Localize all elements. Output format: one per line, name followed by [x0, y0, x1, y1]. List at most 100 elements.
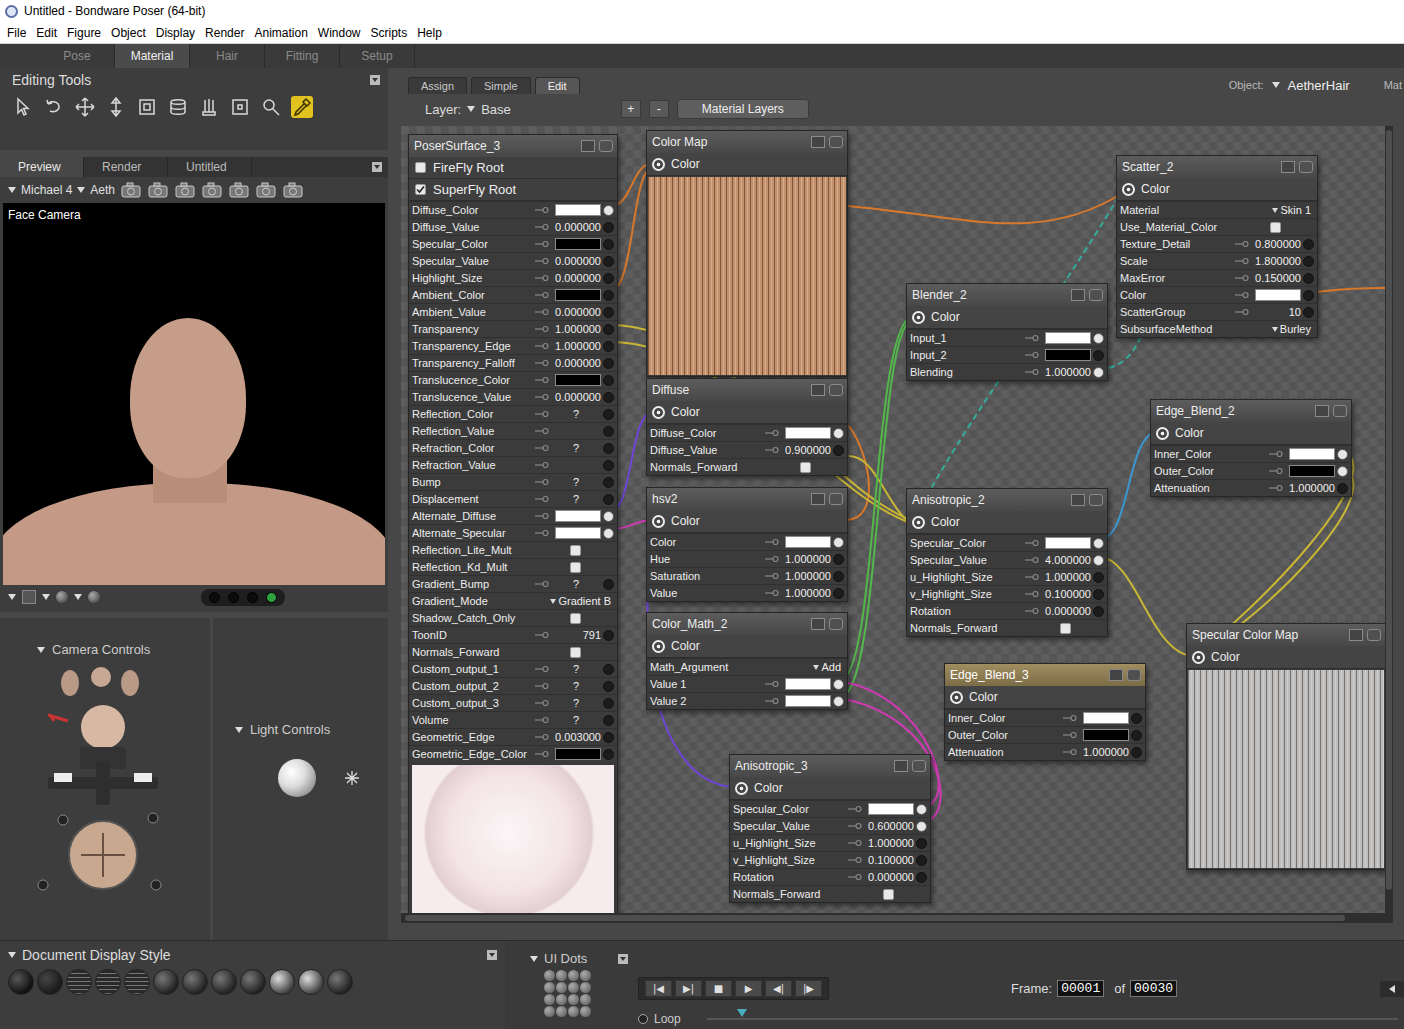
input-port[interactable] [1303, 239, 1314, 250]
collapse-icon[interactable] [1071, 494, 1085, 506]
number-field[interactable]: 0.000000 [555, 391, 601, 403]
number-field[interactable]: 0.000000 [555, 357, 601, 369]
ui-dot[interactable] [580, 994, 591, 1005]
unconnected-input[interactable]: ? [573, 663, 579, 675]
animatable-key-icon[interactable] [765, 589, 779, 597]
ui-dot[interactable] [568, 994, 579, 1005]
input-port[interactable] [603, 494, 614, 505]
output-port-icon[interactable] [950, 691, 963, 704]
node-title-bar[interactable]: Edge_Blend_3 [945, 664, 1145, 686]
node-property-row[interactable]: Custom_output_1? [409, 660, 617, 677]
input-port[interactable] [603, 511, 614, 522]
node-wire[interactable] [846, 426, 869, 520]
node-title-bar[interactable]: Blender_2 [907, 284, 1107, 306]
input-port[interactable] [603, 358, 614, 369]
node-property-row[interactable]: Rotation0.000000 [907, 602, 1107, 619]
node-output[interactable]: Color [730, 777, 930, 800]
color-swatch[interactable] [555, 510, 601, 522]
checkbox[interactable] [1270, 222, 1281, 233]
input-port[interactable] [603, 528, 614, 539]
node-property-row[interactable]: Normals_Forward [647, 458, 847, 475]
animatable-key-icon[interactable] [1269, 484, 1283, 492]
number-field[interactable]: 4.000000 [1045, 554, 1091, 566]
dropdown-arrow-icon[interactable] [77, 187, 85, 193]
ui-dot[interactable] [544, 994, 555, 1005]
frame-field[interactable]: 00001 [1057, 980, 1104, 997]
input-port[interactable] [1131, 730, 1142, 741]
tool-button[interactable] [198, 96, 220, 118]
output-port-icon[interactable] [912, 516, 925, 529]
animatable-key-icon[interactable] [535, 512, 549, 520]
dropdown[interactable]: Gradient B [550, 595, 614, 607]
display-style-icon[interactable] [8, 969, 34, 995]
camera-icon[interactable] [201, 181, 223, 199]
time-marker-icon[interactable] [737, 1009, 747, 1017]
input-port[interactable] [603, 341, 614, 352]
material-tab[interactable]: Edit [535, 77, 580, 94]
input-port[interactable] [1303, 307, 1314, 318]
checkbox[interactable] [800, 462, 811, 473]
preview-toggle-icon[interactable] [1333, 405, 1347, 417]
animatable-key-icon[interactable] [1063, 731, 1077, 739]
node-output[interactable]: Color [907, 306, 1107, 329]
unconnected-input[interactable]: ? [573, 408, 579, 420]
input-port[interactable] [833, 679, 844, 690]
playback-button[interactable]: |▶ [795, 980, 822, 997]
number-field[interactable]: 1.800000 [1255, 255, 1301, 267]
number-field[interactable]: 0.000000 [555, 255, 601, 267]
animatable-key-icon[interactable] [848, 839, 862, 847]
layer-button[interactable]: - [649, 100, 669, 118]
number-field[interactable]: 1.000000 [785, 553, 831, 565]
node-title-bar[interactable]: PoserSurface_3 [409, 135, 617, 157]
node-property-row[interactable]: Inner_Color [945, 709, 1145, 726]
node-property-row[interactable]: v_Highlight_Size0.100000 [730, 851, 930, 868]
node-output[interactable]: Color [945, 686, 1145, 709]
ui-dot[interactable] [556, 982, 567, 993]
object-select[interactable]: AetherHair [1288, 78, 1350, 93]
node-title-bar[interactable]: Diffuse [647, 379, 847, 401]
number-field[interactable]: 0.100000 [868, 854, 914, 866]
dropdown[interactable]: Burley [1272, 323, 1314, 335]
loop-radio[interactable] [638, 1014, 648, 1024]
animatable-key-icon[interactable] [535, 274, 549, 282]
unconnected-input[interactable]: ? [573, 442, 579, 454]
input-port[interactable] [603, 409, 614, 420]
animatable-key-icon[interactable] [848, 822, 862, 830]
collapse-arrow-icon[interactable] [530, 956, 538, 962]
menu-item[interactable]: Scripts [366, 26, 413, 40]
animatable-key-icon[interactable] [535, 495, 549, 503]
input-port[interactable] [1093, 589, 1104, 600]
node-property-row[interactable]: Displacement? [409, 490, 617, 507]
node-property-row[interactable]: Hue1.000000 [647, 550, 847, 567]
input-port[interactable] [603, 273, 614, 284]
menu-item[interactable]: Object [106, 26, 151, 40]
animatable-key-icon[interactable] [1025, 368, 1039, 376]
node-title-bar[interactable]: Specular Color Map [1187, 624, 1385, 646]
material-node[interactable]: hsv2ColorColorHue1.000000Saturation1.000… [646, 487, 848, 602]
input-port[interactable] [603, 460, 614, 471]
node-property-row[interactable]: Bump? [409, 473, 617, 490]
scroll-thumb[interactable] [405, 915, 1345, 921]
input-port[interactable] [603, 477, 614, 488]
ui-dot[interactable] [556, 994, 567, 1005]
camera-icon[interactable] [174, 181, 196, 199]
ui-dot[interactable] [556, 1006, 567, 1017]
room-tab[interactable]: Pose [40, 44, 115, 68]
number-field[interactable]: 1.000000 [1045, 366, 1091, 378]
output-port-icon[interactable] [652, 406, 665, 419]
expand-timeline-button[interactable] [1380, 981, 1404, 997]
animatable-key-icon[interactable] [765, 446, 779, 454]
camera-icon[interactable] [147, 181, 169, 199]
sun-icon[interactable] [344, 770, 360, 786]
collapse-icon[interactable] [811, 136, 825, 148]
node-property-row[interactable]: Attenuation1.000000 [1151, 479, 1351, 496]
color-swatch[interactable] [1045, 349, 1091, 361]
animatable-key-icon[interactable] [1235, 257, 1249, 265]
camera-icon[interactable] [228, 181, 250, 199]
node-property-row[interactable]: Refraction_Color? [409, 439, 617, 456]
node-property-row[interactable]: Refraction_Value [409, 456, 617, 473]
input-port[interactable] [1131, 747, 1142, 758]
ui-dot[interactable] [568, 1006, 579, 1017]
output-port-icon[interactable] [1156, 427, 1169, 440]
dropdown-arrow-icon[interactable] [1272, 208, 1278, 213]
